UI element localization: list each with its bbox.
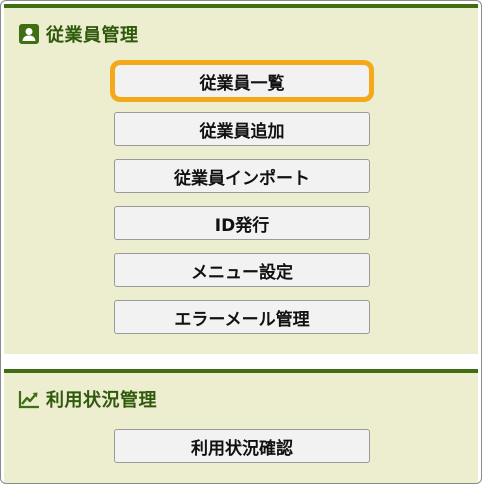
usage-management-panel: 利用状況管理 利用状況確認 bbox=[4, 369, 478, 483]
import-employees-button[interactable]: 従業員インポート bbox=[114, 159, 370, 193]
check-usage-button[interactable]: 利用状況確認 bbox=[114, 429, 370, 463]
error-mail-management-button[interactable]: エラーメール管理 bbox=[114, 300, 370, 334]
person-icon bbox=[18, 23, 40, 45]
menu-settings-button[interactable]: メニュー設定 bbox=[114, 253, 370, 287]
panel-header: 利用状況管理 bbox=[18, 387, 157, 411]
section-title: 従業員管理 bbox=[46, 25, 139, 46]
issue-id-button[interactable]: ID発行 bbox=[114, 206, 370, 240]
employee-list-button[interactable]: 従業員一覧 bbox=[114, 64, 370, 98]
employee-management-panel: 従業員管理 従業員一覧 従業員追加 従業員インポート ID発行 メニュー設定 エ… bbox=[4, 4, 478, 354]
panel-header: 従業員管理 bbox=[18, 22, 139, 46]
add-employee-button[interactable]: 従業員追加 bbox=[114, 112, 370, 146]
section-title: 利用状況管理 bbox=[46, 390, 157, 411]
admin-menu-frame: 従業員管理 従業員一覧 従業員追加 従業員インポート ID発行 メニュー設定 エ… bbox=[0, 0, 482, 484]
trend-chart-icon bbox=[18, 388, 40, 410]
